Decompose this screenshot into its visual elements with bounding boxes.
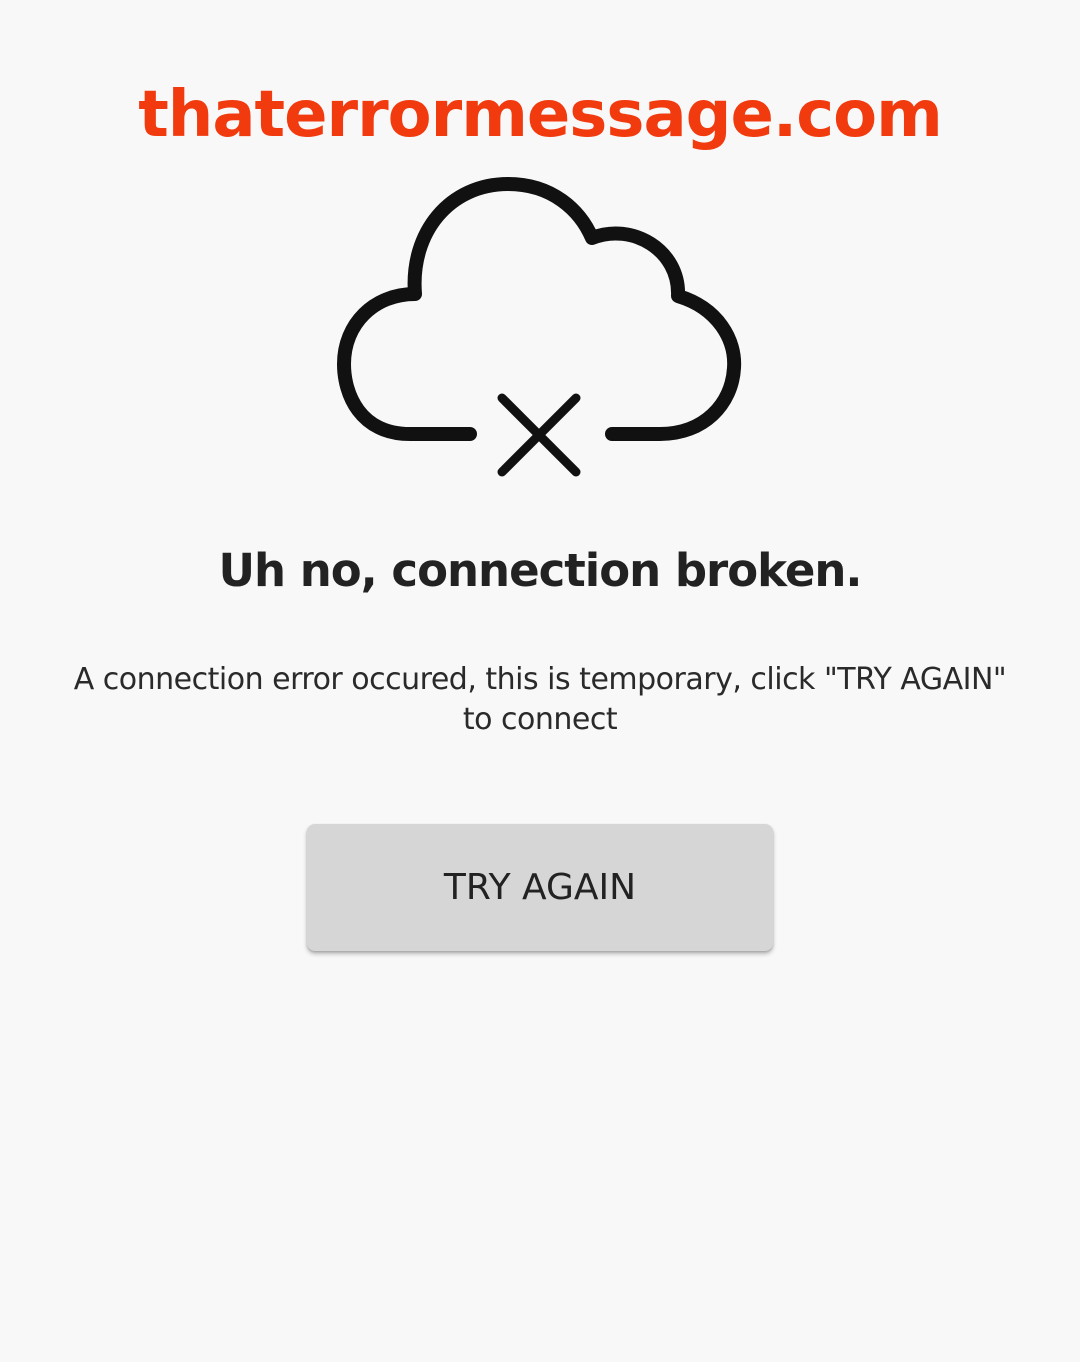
error-title: Uh no, connection broken.	[218, 544, 862, 597]
watermark-logo: thaterrormessage.com	[138, 78, 943, 152]
try-again-button[interactable]: TRY AGAIN	[307, 824, 773, 951]
close-icon	[497, 393, 581, 477]
cloud-off-icon	[337, 177, 742, 477]
error-message: A connection error occured, this is temp…	[73, 662, 1007, 737]
